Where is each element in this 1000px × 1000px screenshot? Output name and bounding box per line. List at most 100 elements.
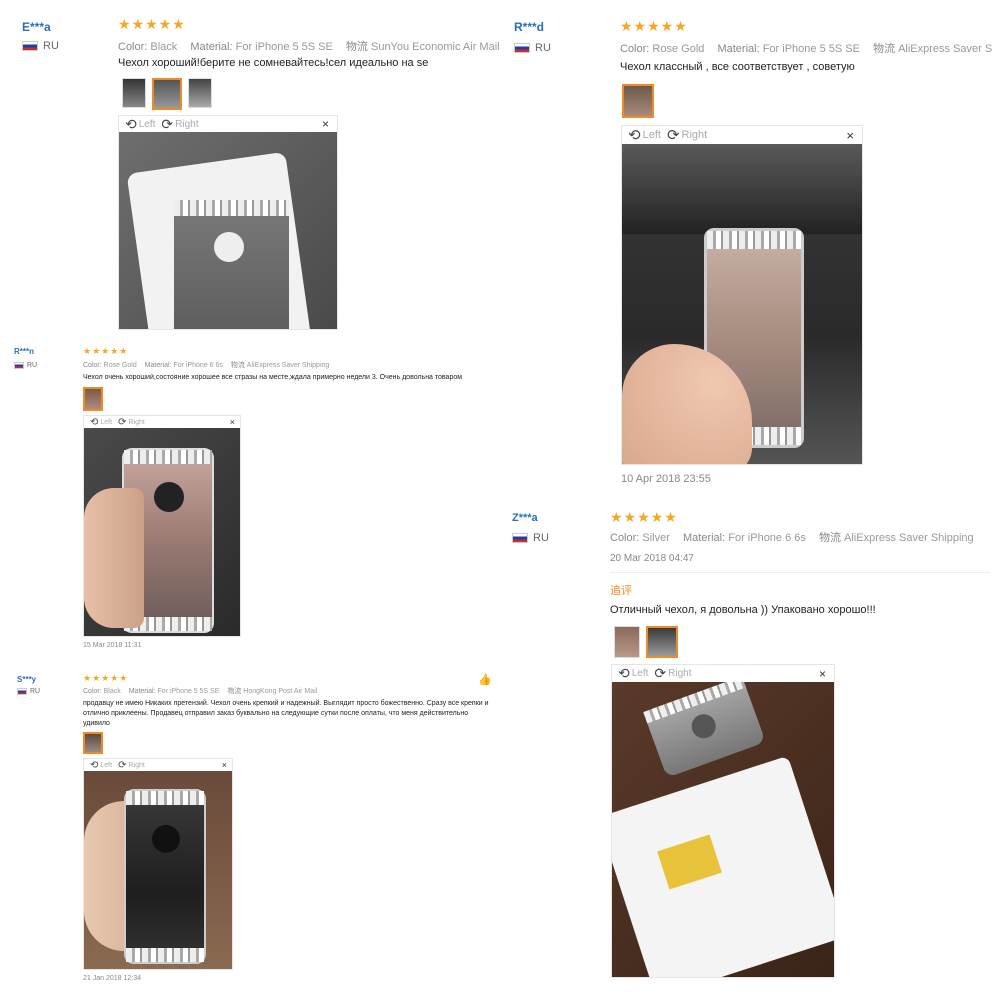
foam-package (612, 755, 834, 977)
close-icon[interactable]: × (222, 760, 227, 770)
review-text: Чехол очень хороший,состояние хорошее вс… (83, 374, 463, 381)
review-text: Чехол классный , все соответствует , сов… (620, 61, 855, 73)
review-thumbnail-selected[interactable] (646, 626, 678, 658)
close-icon[interactable]: × (846, 128, 854, 143)
material-label: Material: (190, 41, 233, 53)
reviewer-name[interactable]: R***n (14, 347, 34, 356)
viewer-toolbar: ⟲ Left ⟳ Right × (84, 759, 232, 771)
material-value: For iPhone 5 5S SE (157, 688, 220, 695)
divider (610, 572, 990, 573)
review-attributes: Color: Rose Gold Material: For iPhone 5 … (620, 40, 1000, 56)
material-value: For iPhone 5 5S SE (762, 43, 860, 55)
star-rating: ★★★★★ (83, 673, 129, 683)
rotate-right-button[interactable]: ⟳ Right (667, 126, 707, 144)
reviewer-name[interactable]: R***d (514, 20, 544, 34)
reviewer-country: RU (22, 40, 59, 52)
review-text: продавцу не имею Никаких претензий. Чехо… (83, 700, 489, 727)
review-card-5: S***y RU ★★★★★ 👍 Color: Black Material: … (0, 665, 500, 1000)
rotate-left-button[interactable]: ⟲ Left (90, 760, 112, 771)
rotate-right-icon: ⟳ (654, 665, 667, 681)
rotate-right-icon: ⟳ (118, 416, 127, 428)
rhinestone-strip-top (126, 791, 204, 805)
rotate-left-label: Left (138, 118, 156, 130)
rotate-left-button[interactable]: ⟲ Left (125, 116, 155, 133)
rotate-right-icon: ⟳ (118, 759, 127, 771)
shipping-value: AliExpress Saver S (898, 43, 993, 55)
rotate-left-button[interactable]: ⟲ Left (618, 665, 648, 682)
review-thumbnails (614, 626, 678, 658)
color-value: Rose Gold (103, 362, 137, 369)
rotate-left-icon: ⟲ (90, 416, 99, 428)
thumbs-up-icon[interactable]: 👍 (478, 673, 492, 686)
review-thumbnails (622, 84, 654, 118)
rotate-left-button[interactable]: ⟲ Left (90, 417, 112, 428)
review-thumbnail-selected[interactable] (83, 732, 103, 754)
viewer-toolbar: ⟲ Left ⟳ Right × (612, 665, 834, 682)
rotate-left-label: Left (631, 668, 649, 679)
shipping-value: SunYou Economic Air Mail (370, 41, 500, 53)
color-value: Black (150, 41, 178, 53)
review-thumbnail-selected[interactable] (83, 387, 103, 411)
rotate-left-icon: ⟲ (90, 759, 99, 771)
color-label: Color: (83, 362, 102, 369)
rotate-left-label: Left (100, 761, 113, 769)
review-thumbnail-selected[interactable] (152, 78, 182, 110)
color-value: Rose Gold (652, 43, 705, 55)
material-label: Material: (128, 688, 156, 695)
viewer-toolbar: ⟲ Left ⟳ Right × (119, 116, 337, 132)
review-date: 20 Mar 2018 04:47 (610, 553, 694, 564)
rotate-right-label: Right (128, 418, 145, 426)
reviewer-name[interactable]: Z***a (512, 512, 538, 524)
color-label: Color: (620, 43, 650, 55)
review-thumbnail[interactable] (122, 78, 146, 108)
review-thumbnails (83, 387, 103, 411)
shipping-label: 物流 (345, 41, 368, 53)
material-value: For iPhone 5 5S SE (235, 41, 333, 53)
country-code: RU (30, 688, 41, 695)
rotate-left-icon: ⟲ (628, 127, 641, 144)
review-text: Отличный чехол, я довольна )) Упаковано … (610, 604, 876, 616)
review-text: Чехол хороший!берите не сомневайтесь!сел… (118, 57, 429, 69)
shipping-value: AliExpress Saver Shipping (246, 362, 330, 369)
rotate-right-icon: ⟳ (161, 115, 174, 132)
rhinestone-strip-top (124, 450, 212, 464)
review-thumbnail[interactable] (188, 78, 212, 108)
review-card-2: R***d RU ★★★★★ Color: Rose Gold Material… (500, 0, 1000, 495)
rotate-left-icon: ⟲ (125, 115, 137, 132)
shipping-label: 物流 (873, 43, 895, 55)
camera-cutout (688, 710, 720, 742)
hand (84, 488, 144, 628)
image-viewer: ⟲ Left ⟳ Right × (621, 125, 863, 465)
reviewer-country: RU (514, 42, 551, 54)
rotate-left-button[interactable]: ⟲ Left (628, 126, 661, 144)
close-icon[interactable]: × (230, 417, 235, 427)
close-icon[interactable]: × (819, 667, 826, 681)
russia-flag-icon (514, 43, 530, 53)
rotate-right-button[interactable]: ⟳ Right (654, 665, 691, 682)
review-thumbnail[interactable] (614, 626, 640, 658)
review-card-3: R***n RU ★★★★★ Color: Rose Gold Material… (0, 337, 500, 655)
rotate-left-icon: ⟲ (618, 665, 630, 681)
rotate-right-button[interactable]: ⟳ Right (118, 760, 145, 771)
shipping-label: 物流 (227, 688, 242, 695)
review-thumbnail-selected[interactable] (622, 84, 654, 118)
color-value: Black (103, 688, 121, 695)
reviewer-country: RU (17, 688, 40, 695)
country-code: RU (535, 42, 551, 54)
review-photo (612, 682, 834, 977)
rotate-right-button[interactable]: ⟳ Right (161, 116, 198, 133)
image-viewer: ⟲ Left ⟳ Right × (611, 664, 835, 978)
shipping-value: HongKong Post Air Mail (243, 688, 318, 695)
star-rating: ★★★★★ (83, 346, 129, 356)
close-icon[interactable]: × (322, 117, 329, 131)
reviewer-name[interactable]: S***y (17, 675, 36, 684)
camera-cutout (154, 482, 184, 512)
rotate-right-label: Right (681, 129, 708, 141)
star-rating: ★★★★★ (620, 18, 688, 34)
review-photo (119, 132, 337, 329)
rhinestone-strip (174, 200, 289, 216)
reviewer-name[interactable]: E***a (22, 20, 51, 34)
rotate-right-icon: ⟳ (666, 127, 680, 144)
material-value: For iPhone 6 6s (173, 362, 223, 369)
rotate-right-button[interactable]: ⟳ Right (118, 417, 145, 428)
